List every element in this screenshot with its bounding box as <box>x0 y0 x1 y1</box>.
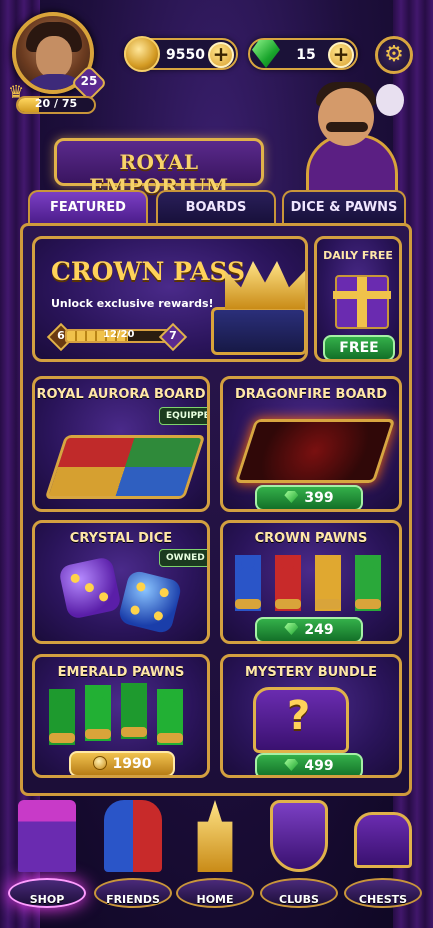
item-title: EMERALD PAWNS <box>57 665 185 680</box>
add-gems-button[interactable]: + <box>328 42 354 68</box>
friends-icon <box>104 800 162 872</box>
coin-icon <box>124 36 160 72</box>
gear-icon: ⚙ <box>384 42 404 67</box>
item-title: CROWN PAWNS <box>254 531 368 546</box>
gem-icon <box>284 759 299 771</box>
tab-dice-pawns[interactable]: DICE & PAWNS <box>282 190 406 224</box>
palace-icon <box>197 800 233 872</box>
nav-label: FRIENDS <box>106 893 160 906</box>
gift-box-icon <box>333 275 391 329</box>
emerald-pawns-card[interactable]: EMERALD PAWNS 1990 <box>32 654 210 778</box>
shopkeeper-mascot <box>288 74 408 194</box>
coin-value: 9550 <box>166 47 205 63</box>
coin-icon <box>92 756 107 770</box>
equipped-badge: EQUIPPED <box>159 407 207 425</box>
price: 399 <box>304 490 334 506</box>
royal-aurora-board-card[interactable]: ROYAL AURORA BOARD EQUIPPED <box>32 376 210 512</box>
coin-balance: 9550 + <box>124 36 238 72</box>
next-level: 7 <box>169 329 177 342</box>
gem-value: 15 <box>296 47 316 63</box>
owned-badge: OWNED <box>159 549 207 567</box>
item-title: CRYSTAL DICE <box>69 531 173 546</box>
gem-icon <box>248 36 284 72</box>
price: 1990 <box>112 756 152 772</box>
pawn-icon <box>49 689 75 745</box>
nav-label: HOME <box>196 893 234 906</box>
nav-label: CHESTS <box>358 893 408 906</box>
crystal-dice-card[interactable]: CRYSTAL DICE OWNED <box>32 520 210 644</box>
buy-button[interactable]: 1990 <box>69 751 175 775</box>
dice-icon <box>57 555 123 621</box>
crown-icon <box>225 247 305 309</box>
nav-home[interactable]: HOME <box>172 790 258 922</box>
mystery-bundle-card[interactable]: MYSTERY BUNDLE ? 499 <box>220 654 402 778</box>
pawn-icon <box>235 555 261 611</box>
pawn-icon <box>85 685 111 741</box>
crown-pass-card[interactable]: CROWN PASS Unlock exclusive rewards! 6 1… <box>32 236 308 362</box>
xp-text: 20 / 75 <box>34 97 78 110</box>
tab-featured[interactable]: FEATURED <box>28 190 148 224</box>
gem-icon <box>284 623 299 635</box>
settings-button[interactable]: ⚙ <box>375 36 413 74</box>
buy-button[interactable]: 499 <box>255 753 363 775</box>
item-title: ROYAL AURORA BOARD <box>36 387 206 402</box>
pawn-icon <box>275 555 301 611</box>
board-icon <box>234 419 396 483</box>
crown-pass-progress-text: 12/20 <box>103 329 135 340</box>
dragonfire-board-card[interactable]: DRAGONFIRE BOARD 399 <box>220 376 402 512</box>
gem-icon <box>284 491 299 503</box>
pawn-icon <box>355 555 381 611</box>
question-mark-icon: ? <box>287 693 311 739</box>
tab-boards[interactable]: BOARDS <box>156 190 276 224</box>
nav-chests[interactable]: CHESTS <box>340 790 426 922</box>
treasure-chest-icon <box>211 307 305 355</box>
chest-icon <box>354 812 412 868</box>
item-title: DRAGONFIRE BOARD <box>234 387 388 402</box>
buy-button[interactable]: 249 <box>255 617 363 641</box>
gem-balance: 15 + <box>248 38 358 70</box>
crown-pass-subtitle: Unlock exclusive rewards! <box>51 297 214 310</box>
nav-shop[interactable]: SHOP <box>4 790 90 922</box>
price: 249 <box>304 622 334 638</box>
add-coins-button[interactable]: + <box>208 42 234 68</box>
pawn-icon <box>157 689 183 745</box>
pawn-icon <box>315 555 341 611</box>
buy-button[interactable]: 399 <box>255 485 363 509</box>
nav-label: CLUBS <box>279 893 319 906</box>
daily-free-card[interactable]: DAILY FREE FREE <box>314 236 402 362</box>
nav-clubs[interactable]: CLUBS <box>256 790 342 922</box>
level-text: 25 <box>80 74 98 88</box>
nav-friends[interactable]: FRIENDS <box>90 790 176 922</box>
daily-free-title: DAILY FREE <box>323 249 393 262</box>
shop-stall-icon <box>18 800 76 872</box>
board-icon <box>44 435 206 499</box>
nav-label: SHOP <box>29 893 65 906</box>
pawn-icon <box>121 683 147 739</box>
item-title: MYSTERY BUNDLE <box>245 665 377 680</box>
claim-free-button[interactable]: FREE <box>323 335 395 359</box>
crown-pawns-card[interactable]: CROWN PAWNS 249 <box>220 520 402 644</box>
crown-pass-title: CROWN PASS <box>51 257 246 286</box>
dice-icon <box>117 569 183 635</box>
shield-icon <box>270 800 328 872</box>
price: 499 <box>304 758 334 774</box>
